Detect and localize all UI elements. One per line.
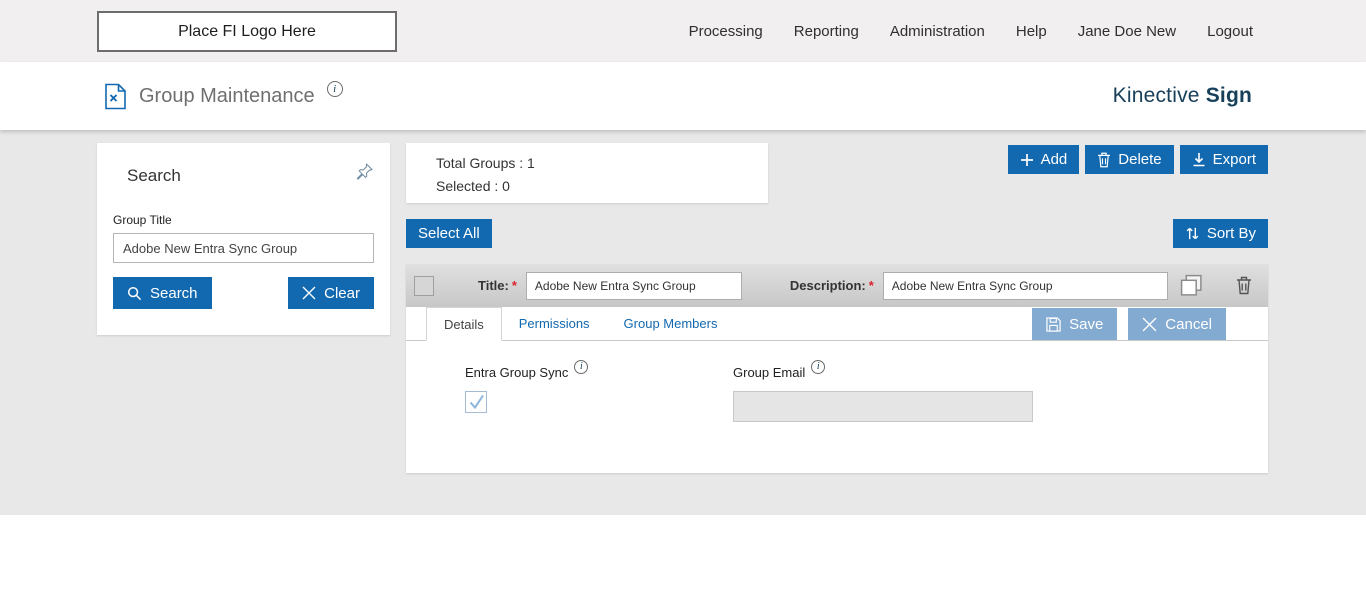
nav-processing[interactable]: Processing <box>689 23 763 40</box>
tab-permissions[interactable]: Permissions <box>502 307 607 340</box>
tab-details[interactable]: Details <box>426 307 502 341</box>
tab-group-members[interactable]: Group Members <box>607 307 735 340</box>
save-icon <box>1046 317 1061 332</box>
title-label: Title:* <box>478 278 517 293</box>
fi-logo-text: Place FI Logo Here <box>178 23 316 41</box>
group-row-header: Title:* Description:* <box>406 264 1268 307</box>
nav-help[interactable]: Help <box>1016 23 1047 40</box>
entra-group-sync-field: Entra Group Sync <box>465 364 588 413</box>
nav-administration[interactable]: Administration <box>890 23 985 40</box>
cancel-button[interactable]: Cancel <box>1128 308 1226 340</box>
group-title-input[interactable] <box>526 272 742 300</box>
group-email-input <box>733 391 1033 422</box>
group-description-input[interactable] <box>883 272 1168 300</box>
top-bar: Place FI Logo Here Processing Reporting … <box>0 0 1366 62</box>
search-panel-title: Search <box>113 160 181 186</box>
required-asterisk: * <box>869 278 874 293</box>
selected-count: Selected : 0 <box>436 178 768 194</box>
nav-reporting[interactable]: Reporting <box>794 23 859 40</box>
export-button[interactable]: Export <box>1180 145 1268 174</box>
top-nav: Processing Reporting Administration Help… <box>689 0 1253 62</box>
group-edit-panel: Title:* Description:* Details Permission… <box>406 264 1268 473</box>
description-label: Description:* <box>790 278 874 293</box>
main-content: Search Group Title Search Clear Total <box>0 130 1366 589</box>
group-email-label: Group Email <box>733 365 805 380</box>
download-icon <box>1192 152 1206 167</box>
page-header: Group Maintenance Kinective Sign <box>0 62 1366 130</box>
plus-icon <box>1020 153 1034 167</box>
save-button[interactable]: Save <box>1032 308 1117 340</box>
sort-icon <box>1185 226 1200 241</box>
entra-group-sync-checkbox[interactable] <box>465 391 487 413</box>
nav-logout[interactable]: Logout <box>1207 23 1253 40</box>
group-email-info-icon[interactable] <box>811 360 825 374</box>
save-cancel-actions: Save Cancel <box>1032 308 1226 340</box>
add-button[interactable]: Add <box>1008 145 1080 174</box>
required-asterisk: * <box>512 278 517 293</box>
group-maintenance-doc-icon <box>103 83 127 110</box>
search-icon <box>127 286 142 301</box>
group-email-field: Group Email <box>733 364 1033 422</box>
page-title-info-icon[interactable] <box>327 81 343 97</box>
close-icon <box>302 286 316 300</box>
entra-group-sync-label: Entra Group Sync <box>465 365 568 380</box>
fi-logo-placeholder: Place FI Logo Here <box>97 11 397 52</box>
group-title-label: Group Title <box>113 213 374 227</box>
close-icon <box>1142 317 1157 332</box>
delete-button[interactable]: Delete <box>1085 145 1173 174</box>
select-all-button[interactable]: Select All <box>406 219 492 248</box>
total-groups-count: Total Groups : 1 <box>436 155 768 171</box>
group-toolbar: Add Delete Export <box>1008 145 1268 174</box>
search-panel: Search Group Title Search Clear <box>97 143 390 335</box>
row-trash-icon[interactable] <box>1236 276 1252 295</box>
clear-button[interactable]: Clear <box>288 277 374 309</box>
group-stats-box: Total Groups : 1 Selected : 0 <box>406 143 768 203</box>
group-title-search-input[interactable] <box>113 233 374 263</box>
page-title: Group Maintenance <box>139 85 315 108</box>
trash-icon <box>1097 152 1111 168</box>
brand-regular: Kinective <box>1113 84 1200 107</box>
entra-group-sync-info-icon[interactable] <box>574 360 588 374</box>
sort-by-button[interactable]: Sort By <box>1173 219 1268 248</box>
row-select-checkbox[interactable] <box>414 276 434 296</box>
search-button[interactable]: Search <box>113 277 212 309</box>
brand-bold: Sign <box>1206 84 1252 107</box>
copy-icon[interactable] <box>1179 273 1204 298</box>
pin-icon[interactable] <box>355 162 374 186</box>
nav-user-jane-doe-new[interactable]: Jane Doe New <box>1078 23 1176 40</box>
brand-logo: Kinective Sign <box>1113 84 1252 108</box>
